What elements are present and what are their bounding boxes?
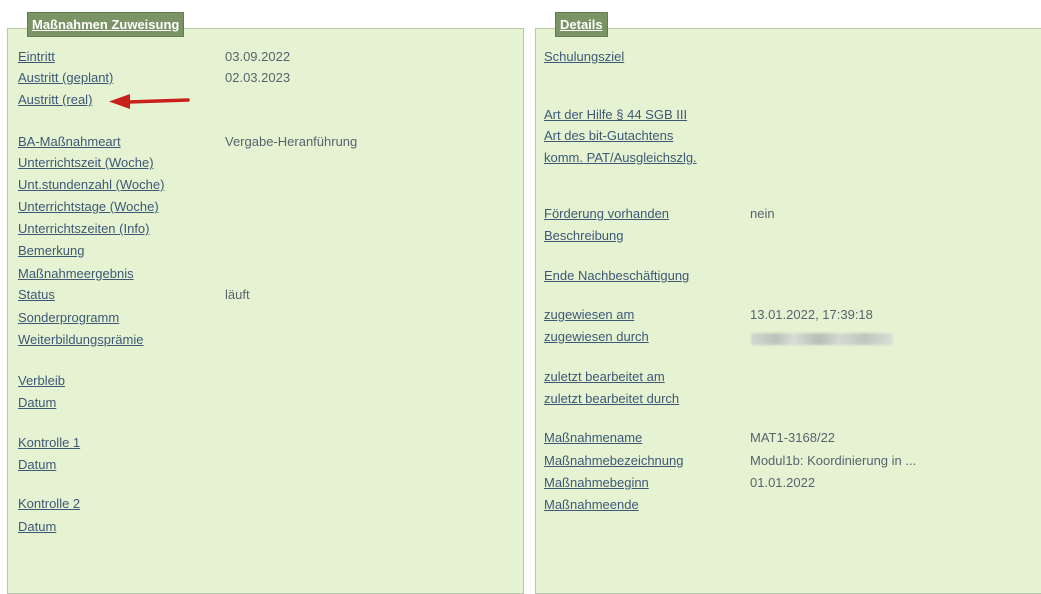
schulungsziel-link[interactable]: Schulungsziel: [544, 47, 624, 67]
kontrolle-1-link[interactable]: Kontrolle 1: [18, 433, 80, 453]
status-value: läuft: [225, 287, 250, 302]
weiterbildungspraemie-link[interactable]: Weiterbildungsprämie: [18, 330, 144, 350]
massnahmebezeichnung-link[interactable]: Maßnahmebezeichnung: [544, 451, 683, 471]
austritt-geplant-value: 02.03.2023: [225, 70, 291, 85]
kontrolle-2-datum-link[interactable]: Datum: [18, 517, 56, 537]
sonderprogramm-link[interactable]: Sonderprogramm: [18, 308, 119, 328]
massnahmename-value: MAT1-3168/22: [750, 430, 836, 445]
foerderung-vorhanden-value: nein: [750, 206, 775, 221]
unterrichtszeiten-info-link[interactable]: Unterrichtszeiten (Info): [18, 219, 150, 239]
austritt-real-link[interactable]: Austritt (real): [18, 90, 92, 110]
verbleib-datum-link[interactable]: Datum: [18, 393, 56, 413]
massnahmen-zuweisung-title-link[interactable]: Maßnahmen Zuweisung: [27, 12, 185, 37]
komm-pat-link[interactable]: komm. PAT/Ausgleichszlg.: [544, 148, 697, 168]
status-link[interactable]: Status: [18, 285, 55, 305]
art-bit-gutachten-link[interactable]: Art des bit-Gutachtens: [544, 126, 673, 146]
kontrolle-2-link[interactable]: Kontrolle 2: [18, 494, 80, 514]
eintritt-link[interactable]: Eintritt: [18, 47, 55, 67]
verbleib-link[interactable]: Verbleib: [18, 371, 65, 391]
unt-stundenzahl-link[interactable]: Unt.stundenzahl (Woche): [18, 175, 164, 195]
massnahmeergebnis-link[interactable]: Maßnahmeergebnis: [18, 264, 134, 284]
eintritt-value: 03.09.2022: [225, 49, 291, 64]
massnahmebeginn-value: 01.01.2022: [750, 475, 816, 490]
zugewiesen-am-link[interactable]: zugewiesen am: [544, 305, 634, 325]
beschreibung-link[interactable]: Beschreibung: [544, 226, 624, 246]
austritt-geplant-link[interactable]: Austritt (geplant): [18, 68, 113, 88]
unterrichtszeit-link[interactable]: Unterrichtszeit (Woche): [18, 153, 154, 173]
ba-massnahmeart-link[interactable]: BA-Maßnahmeart: [18, 132, 121, 152]
art-der-hilfe-link[interactable]: Art der Hilfe § 44 SGB III: [544, 105, 687, 125]
bemerkung-link[interactable]: Bemerkung: [18, 241, 84, 261]
zugewiesen-am-value: 13.01.2022, 17:39:18: [750, 307, 873, 322]
massnahmebezeichnung-value: Modul1b: Koordinierung in ...: [750, 453, 917, 468]
ende-nachbeschaeftigung-link[interactable]: Ende Nachbeschäftigung: [544, 266, 689, 286]
ba-massnahmeart-value: Vergabe-Heranführung: [225, 134, 358, 149]
zuletzt-bearbeitet-durch-link[interactable]: zuletzt bearbeitet durch: [544, 389, 679, 409]
zugewiesen-durch-link[interactable]: zugewiesen durch: [544, 327, 649, 347]
massnahmeende-link[interactable]: Maßnahmeende: [544, 495, 639, 515]
foerderung-vorhanden-link[interactable]: Förderung vorhanden: [544, 204, 669, 224]
unterrichtstage-link[interactable]: Unterrichtstage (Woche): [18, 197, 159, 217]
zuletzt-bearbeitet-am-link[interactable]: zuletzt bearbeitet am: [544, 367, 665, 387]
red-arrow-annotation-icon: [109, 94, 190, 109]
massnahmename-link[interactable]: Maßnahmename: [544, 428, 642, 448]
redacted-user-name: [751, 333, 893, 345]
details-title-link[interactable]: Details: [555, 12, 608, 37]
kontrolle-1-datum-link[interactable]: Datum: [18, 455, 56, 475]
massnahmebeginn-link[interactable]: Maßnahmebeginn: [544, 473, 649, 493]
